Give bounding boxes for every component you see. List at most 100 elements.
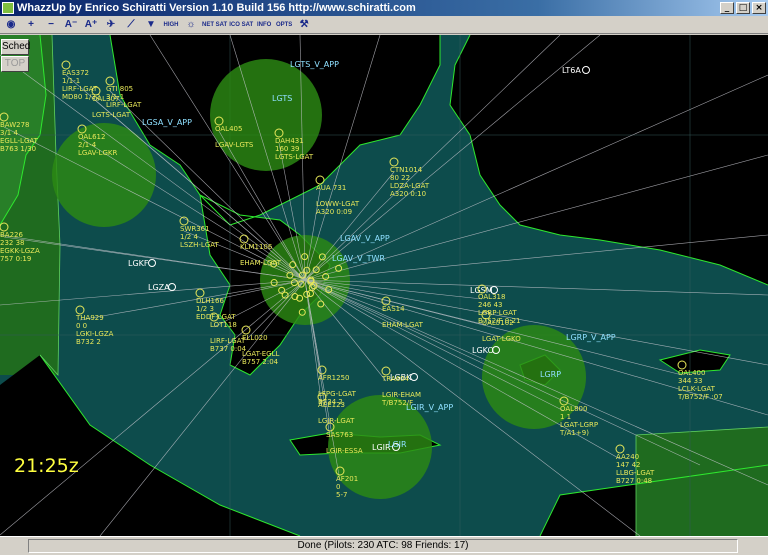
pilot-label-line: LGAV-LGTS xyxy=(215,141,254,149)
sched-button[interactable]: Sched xyxy=(1,39,30,55)
top-button[interactable]: TOP xyxy=(1,56,29,72)
pilot-label-line: 1/1-1 xyxy=(62,77,80,85)
pilot-label-line: AFR1250 xyxy=(318,374,350,382)
title-bar[interactable]: WhazzUp by Enrico Schiratti Version 1.10… xyxy=(0,0,768,16)
pilot-label-line: THA929 xyxy=(75,314,104,322)
pilot-label-line: 757 0:19 xyxy=(0,255,31,263)
atc-label[interactable]: LGTS_V_APP xyxy=(290,60,339,69)
pilot-label-line: LDZA-LGAT xyxy=(390,182,430,190)
pilot-label-line: T/B752/F xyxy=(381,399,413,407)
pilot-label-line: LGRP-LGAT xyxy=(478,309,517,317)
pilot-label-line: LGAT-LGKO xyxy=(482,335,521,343)
pilot-label-line: LGIR-EHAM xyxy=(382,391,421,399)
airport-code: LGZA xyxy=(148,283,170,292)
route-icon[interactable]: ⟋ xyxy=(122,17,140,33)
pilot-label-line: OAL405 xyxy=(215,125,242,133)
pilot-label-line: B763 1/30 xyxy=(0,145,36,153)
status-bar: Done (Pilots: 230 ATC: 98 Friends: 17) xyxy=(0,536,768,555)
pilot-label-line: OAL318 xyxy=(478,293,505,301)
high-icon[interactable]: HIGH xyxy=(162,17,180,33)
pilot-label-line: EAS14 xyxy=(382,305,405,313)
pilot-label-line: 232 38 xyxy=(0,239,25,247)
pilot-label-line: LGAT-EGLL xyxy=(242,350,279,358)
app-window: WhazzUp by Enrico Schiratti Version 1.10… xyxy=(0,0,768,555)
airport-code: LT6A xyxy=(562,66,581,75)
atc-label[interactable]: LGRP_V_APP xyxy=(566,333,616,342)
pilot-label-line: LSZH-LGAT xyxy=(180,241,219,249)
pilot-label-line: OAL400 xyxy=(678,369,705,377)
airport-icon[interactable]: ✈ xyxy=(102,17,120,33)
utc-clock: 21:25z xyxy=(14,455,79,477)
pilot-label-line: OAL800 xyxy=(560,405,587,413)
status-text: Done (Pilots: 230 ATC: 98 Friends: 17) xyxy=(28,539,738,553)
pilot-label-line: UAL5102 xyxy=(482,319,514,327)
pilot-label-line: BAW278 xyxy=(0,121,30,129)
weather-icon[interactable]: ☼ xyxy=(182,17,200,33)
info-icon[interactable]: INFO xyxy=(255,17,273,33)
pilot-label-line: AA240 xyxy=(616,453,639,461)
pilot-label-line: BA226 xyxy=(0,231,23,239)
pilot-label-line: 80 22 xyxy=(390,174,410,182)
map-view[interactable]: LGKF LGZA LGSM LGKO LGBK LT6A LGIR LGTS_V_APP LG… xyxy=(0,35,768,536)
pilot-label-line: OAL612 xyxy=(78,133,105,141)
atc-label[interactable]: LGRP xyxy=(540,370,561,379)
pilot-label-line: OAL307 xyxy=(92,95,119,103)
maximize-button[interactable]: □ xyxy=(736,2,750,14)
pilot-label-line: AUA 731 xyxy=(316,184,346,192)
opts-icon[interactable]: OPTS xyxy=(275,17,293,33)
pilot-label-line: AF201 xyxy=(336,475,358,483)
pilot-label-line: LLBG-LGAT xyxy=(616,469,655,477)
pilot-label-line: LFPG-LGAT xyxy=(318,390,357,398)
trash-icon[interactable]: ▼ xyxy=(142,17,160,33)
globe-icon[interactable]: ◉ xyxy=(2,17,20,33)
pilot-label-line: LGIR-LGAT xyxy=(318,417,355,425)
pilot-label-line: SWR361 xyxy=(180,225,210,233)
pilot-label-line: DLH166 xyxy=(196,297,224,305)
pilot-label-line: DAH431 xyxy=(275,137,304,145)
pilot-label-line: LGIR-ESSA xyxy=(326,447,363,455)
pilot-label-line: T/B752/F :07 xyxy=(677,393,723,401)
pilot-label-line: LGAT-LGRP xyxy=(560,421,598,429)
zoom-out-icon[interactable]: − xyxy=(42,17,60,33)
pilot-label-line: SAS763 xyxy=(326,431,353,439)
net-sat-icon[interactable]: NET SAT xyxy=(202,17,227,33)
pilot-label-line: 2/1-4 xyxy=(78,141,97,149)
atc-label[interactable]: LGIR xyxy=(388,440,407,449)
font-decrease-icon[interactable]: A⁻ xyxy=(62,17,80,33)
window-title: WhazzUp by Enrico Schiratti Version 1.10… xyxy=(17,2,416,14)
pilot-label-line: A320 0:09 xyxy=(316,208,352,216)
pilot-label-line: B727 0:48 xyxy=(616,477,652,485)
pilot-label-line: EAS372 xyxy=(62,69,89,77)
pilot-label-line: B757 2:04 xyxy=(242,358,279,366)
pilot-label-line: A320 0:10 xyxy=(390,190,426,198)
pilot-label-line: LIRF-LGAT xyxy=(210,337,246,345)
atc-label[interactable]: LGAV_V_APP xyxy=(340,234,390,243)
pilot-label-line: EGLL-LGAT xyxy=(0,137,39,145)
pilot-label-line: 246 43 xyxy=(478,301,503,309)
pilot-label-line: 0 xyxy=(336,483,340,491)
pilot-label-line: 5-7 xyxy=(336,491,347,499)
minimize-button[interactable]: _ xyxy=(720,2,734,14)
pilot-label-line: 147 42 xyxy=(616,461,641,469)
atc-label[interactable]: LGSA_V_APP xyxy=(142,118,192,127)
pilot-label-line: ELL020 xyxy=(242,334,268,342)
atc-label[interactable]: LGTS xyxy=(272,94,292,103)
app-icon xyxy=(2,2,14,14)
pilot-label-line: TRA604 xyxy=(381,375,410,383)
close-button[interactable]: × xyxy=(752,2,766,14)
atc-label[interactable]: LGAV_V_TWR xyxy=(332,254,385,263)
pilot-label-line: LGTS-LGAT xyxy=(92,111,131,119)
zoom-in-icon[interactable]: + xyxy=(22,17,40,33)
tools-icon[interactable]: ⚒ xyxy=(295,17,313,33)
pilot-label-line: LGAV-LGKR xyxy=(78,149,117,157)
font-increase-icon[interactable]: A⁺ xyxy=(82,17,100,33)
ico-sat-icon[interactable]: ICO SAT xyxy=(229,17,253,33)
pilot-label-line: LCLK-LGAT xyxy=(678,385,716,393)
pilot-label-line: CTN1014 xyxy=(390,166,423,174)
pilot-label-line: KLM1106 xyxy=(240,243,273,251)
pilot-label-line: 1/2 4 xyxy=(180,233,198,241)
pilot-label-line: AEE123 xyxy=(318,401,345,409)
toolbar: ◉ + − A⁻ A⁺ ✈ ⟋ ▼ HIGH ☼ NET SAT ICO SAT INFO OPTS ⚒ xyxy=(0,16,768,34)
radar-map[interactable]: LGKFLGZA LGSMLGKOLGBKLT6ALGIRLGTS_V_APPLG… xyxy=(0,35,768,536)
pilot-label-line: EHAM-LGAT xyxy=(240,259,282,267)
